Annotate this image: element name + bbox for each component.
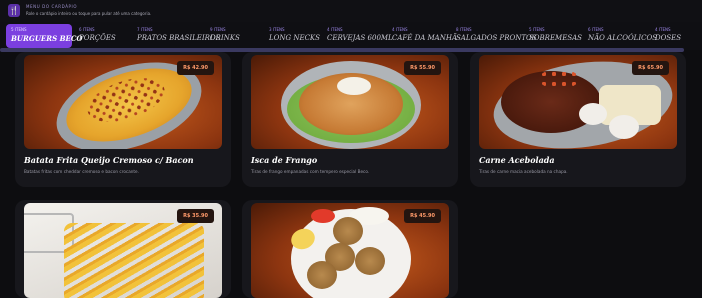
sauce-bowl <box>579 103 607 125</box>
tab-label: SOBREMESAS <box>529 34 582 42</box>
tab-count: 5 ITENS <box>529 27 545 32</box>
menu-card[interactable]: R$ 35.90 <box>15 200 231 298</box>
header-subtitle: Role o cardápio inteiro ou toque para pu… <box>26 11 152 16</box>
tab-long-necks[interactable]: 3 ITENS LONG NECKS <box>264 24 322 48</box>
item-description: Tiras de carne macia acebolada na chapa. <box>479 169 568 174</box>
tab-label: CAFÉ DA MANHÃ <box>392 34 458 42</box>
tab-count: 8 ITENS <box>456 27 472 32</box>
header-title: MENU DO CARDÁPIO <box>26 4 78 9</box>
app-header: 🍴 MENU DO CARDÁPIO Role o cardápio intei… <box>0 0 702 22</box>
sauce-bowl <box>337 77 371 95</box>
tab-cafe-da-manha[interactable]: 4 ITENS CAFÉ DA MANHÃ <box>387 24 457 48</box>
tab-count: 4 ITENS <box>327 27 343 32</box>
tab-label: DRINKS <box>210 34 240 42</box>
fries <box>64 223 204 298</box>
item-description: Batatas fritas com cheddar cremoso e bac… <box>24 169 139 174</box>
tab-label: DOSES <box>655 34 682 42</box>
tab-burguers-beco[interactable]: 5 ITENS BURGUERS BECO <box>6 24 83 48</box>
ketchup-bowl <box>311 209 335 223</box>
bolinho <box>355 247 385 275</box>
food-image: R$ 55.90 <box>251 55 449 149</box>
tab-count: 9 ITENS <box>210 27 226 32</box>
food-image: R$ 35.90 <box>24 203 222 298</box>
price-badge: R$ 45.90 <box>404 209 441 223</box>
fork-knife-icon: 🍴 <box>8 4 20 17</box>
tab-pratos-brasileiros[interactable]: 7 ITENS PRATOS BRASILEIROS <box>132 24 220 48</box>
item-name: Batata Frita Queijo Cremoso c/ Bacon <box>24 155 194 165</box>
tab-count: 7 ITENS <box>137 27 153 32</box>
price-badge: R$ 55.90 <box>404 61 441 75</box>
tab-cervejas-600ml[interactable]: 4 ITENS CERVEJAS 600ML <box>322 24 393 48</box>
food-image: R$ 65.90 <box>479 55 677 149</box>
tomatoes <box>539 69 579 89</box>
item-name: Carne Acebolada <box>479 155 555 165</box>
tab-drinks[interactable]: 9 ITENS DRINKS <box>205 24 263 48</box>
menu-card[interactable]: R$ 65.90 Carne Acebolada Tiras de carne … <box>470 52 686 187</box>
price-badge: R$ 42.90 <box>177 61 214 75</box>
food-image: R$ 42.90 <box>24 55 222 149</box>
farofa-bowl <box>609 115 639 139</box>
price-badge: R$ 65.90 <box>632 61 669 75</box>
tab-porcoes[interactable]: 6 ITENS PORÇÕES <box>74 24 132 48</box>
bolinho <box>333 217 363 245</box>
tab-label: PORÇÕES <box>79 34 116 42</box>
menu-card[interactable]: R$ 42.90 Batata Frita Queijo Cremoso c/ … <box>15 52 231 187</box>
tab-label: BURGUERS BECO <box>11 34 83 43</box>
tab-count: 4 ITENS <box>392 27 408 32</box>
tab-sobremesas[interactable]: 5 ITENS SOBREMESAS <box>524 24 582 48</box>
category-tabs: 5 ITENS BURGUERS BECO 6 ITENS PORÇÕES 7 … <box>0 22 702 52</box>
food-image: R$ 45.90 <box>251 203 449 298</box>
tab-label: CERVEJAS 600ML <box>327 34 393 42</box>
bolinho <box>307 261 337 289</box>
tab-count: 3 ITENS <box>269 27 285 32</box>
menu-card[interactable]: R$ 55.90 Isca de Frango Tiras de frango … <box>242 52 458 187</box>
menu-card[interactable]: R$ 45.90 <box>242 200 458 298</box>
tab-count: 6 ITENS <box>79 27 95 32</box>
price-badge: R$ 35.90 <box>177 209 214 223</box>
tab-doses[interactable]: 4 ITENS DOSES <box>650 24 696 48</box>
item-description: Tiras de frango empanadas com tempero es… <box>251 169 370 174</box>
tab-label: LONG NECKS <box>269 34 320 42</box>
tab-count: 4 ITENS <box>655 27 671 32</box>
item-name: Isca de Frango <box>251 155 318 165</box>
tab-label: NÃO ALCOÓLICOS <box>588 34 657 42</box>
tab-count: 6 ITENS <box>588 27 604 32</box>
tab-salgados-prontos[interactable]: 8 ITENS SALGADOS PRONTOS <box>451 24 537 48</box>
tab-nao-alcoolicos[interactable]: 6 ITENS NÃO ALCOÓLICOS <box>583 24 657 48</box>
tab-count: 5 ITENS <box>11 27 27 32</box>
